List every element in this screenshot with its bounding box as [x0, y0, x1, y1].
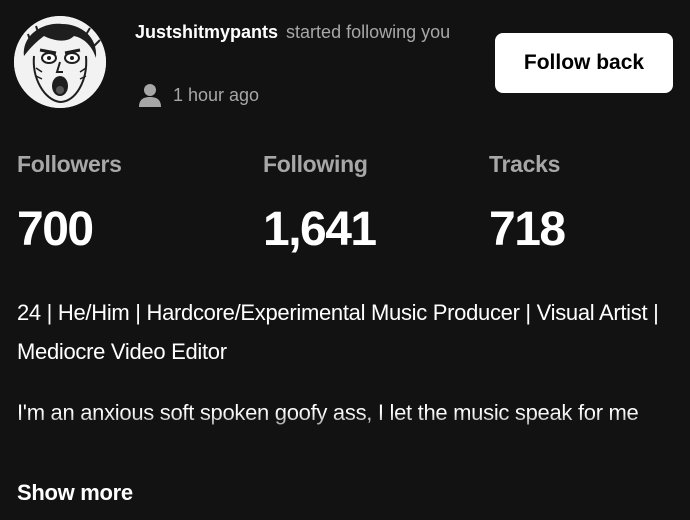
- stat-followers-label: Followers: [17, 151, 122, 177]
- person-icon: [139, 84, 161, 107]
- stat-following-value: 1,641: [263, 203, 377, 256]
- profile-description: I'm an anxious soft spoken goofy ass, I …: [17, 393, 677, 432]
- stat-tracks[interactable]: Tracks 718: [489, 148, 566, 258]
- notification-username[interactable]: Justshitmypants: [135, 22, 278, 42]
- notification-text: Justshitmypants started following you: [135, 18, 480, 46]
- notification-time-row: 1 hour ago: [137, 82, 259, 108]
- stat-tracks-value: 718: [489, 203, 566, 256]
- show-more-link[interactable]: Show more: [17, 480, 133, 506]
- stat-tracks-label: Tracks: [489, 151, 561, 177]
- stat-following[interactable]: Following 1,641: [263, 148, 377, 258]
- notification-time: 1 hour ago: [173, 84, 260, 105]
- avatar-image: [14, 16, 106, 108]
- stat-followers[interactable]: Followers 700: [17, 148, 122, 258]
- notification-action: started following you: [286, 22, 451, 42]
- stat-following-label: Following: [263, 151, 368, 177]
- follow-back-button[interactable]: Follow back: [495, 33, 673, 93]
- avatar[interactable]: [14, 16, 106, 108]
- stat-followers-value: 700: [17, 203, 94, 256]
- profile-bio: 24 | He/Him | Hardcore/Experimental Musi…: [17, 300, 659, 364]
